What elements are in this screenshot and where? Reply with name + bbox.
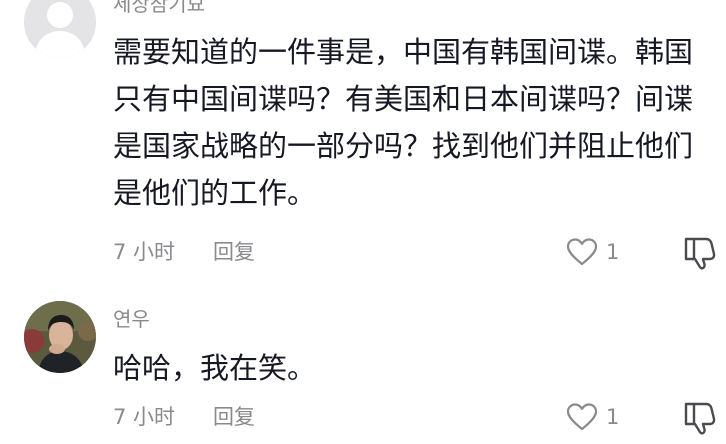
comment-username[interactable]: 세상참기묘 (113, 0, 205, 17)
heart-icon (566, 403, 598, 431)
comment-text: 需要知道的一件事是，中国有韩国间谍。韩国 只有中国间谍吗？有美国和日本间谍吗？间… (113, 29, 713, 217)
comment-text-line: 哈哈，我在笑。 (113, 351, 317, 385)
user-photo (24, 301, 96, 373)
reply-button[interactable]: 回复 (213, 238, 255, 266)
dislike-icon[interactable] (682, 234, 720, 270)
comment-text-line: 是国家战略的一部分吗？找到他们并阻止他们 (113, 129, 694, 163)
default-avatar-icon (24, 0, 96, 58)
like-button[interactable]: 1 (566, 235, 619, 269)
dislike-icon[interactable] (682, 399, 720, 435)
heart-icon (566, 238, 598, 266)
like-count: 1 (606, 240, 620, 264)
reply-button[interactable]: 回复 (213, 403, 255, 431)
comment-username[interactable]: 연우 (113, 306, 150, 332)
comment-timestamp: 7 小时 (113, 405, 176, 429)
avatar[interactable] (24, 301, 96, 373)
like-count: 1 (606, 405, 620, 429)
like-button[interactable]: 1 (566, 400, 619, 434)
comment-list: 세상참기묘 需要知道的一件事是，中国有韩国间谍。韩国 只有中国间谍吗？有美国和日… (0, 0, 726, 444)
comment-timestamp: 7 小时 (113, 240, 176, 264)
avatar[interactable] (24, 0, 96, 58)
comment-text-line: 需要知道的一件事是，中国有韩国间谍。韩国 (113, 35, 694, 69)
comment-text-line: 只有中国间谍吗？有美国和日本间谍吗？间谍 (113, 82, 694, 116)
comment-text: 哈哈，我在笑。 (113, 345, 713, 392)
comment-text-line: 是他们的工作。 (113, 176, 317, 210)
